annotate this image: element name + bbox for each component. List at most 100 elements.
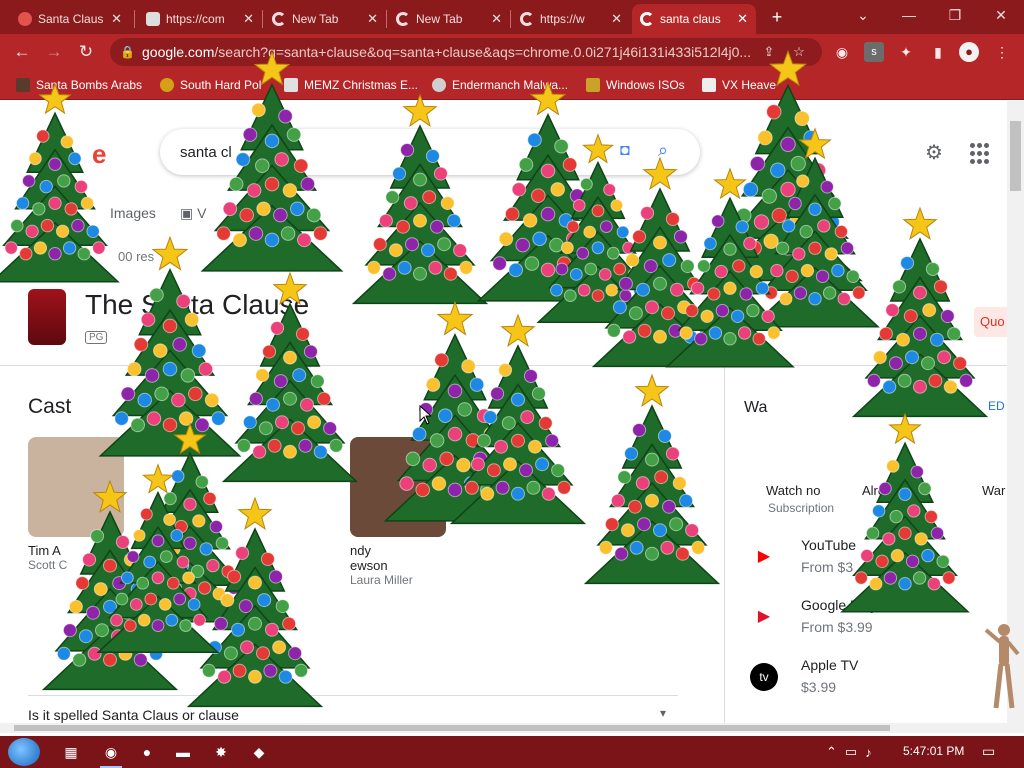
- task-view-icon[interactable]: ▦: [58, 740, 84, 764]
- share-icon[interactable]: ⇪: [760, 43, 778, 61]
- menu-kebab-icon[interactable]: ⋮: [992, 42, 1012, 62]
- apple-tv-icon: tv: [750, 663, 778, 691]
- quotes-chip[interactable]: Quo: [974, 307, 1007, 337]
- bookmark-item[interactable]: South Hard Pol: [160, 76, 261, 94]
- url-host: google.com: [142, 44, 215, 60]
- faq-question[interactable]: Is it spelled Santa Claus or clause: [28, 707, 239, 723]
- watch-heading: Wa: [744, 399, 768, 416]
- tab-separator: [510, 10, 511, 28]
- url-text[interactable]: google.com/search?q=santa+clause&oq=sant…: [142, 44, 762, 60]
- google-icon: [640, 12, 654, 26]
- provider-row[interactable]: ▶ Google Play Movies From $3.99: [750, 597, 990, 643]
- tab-1[interactable]: https://com ✕: [138, 4, 262, 34]
- bookmarks-bar: Santa Bombs Arabs South Hard Pol MEMZ Ch…: [0, 70, 1024, 100]
- tab-title: New Tab: [416, 12, 463, 26]
- chrome-icon[interactable]: ◉: [98, 740, 124, 768]
- google-results-page: e ◘ ⌕ ⚙ Images ▣ V 00 res The Santa Clau…: [0, 101, 1007, 723]
- bookmark-item[interactable]: Endermanch Malwa...: [432, 76, 568, 94]
- close-icon[interactable]: ✕: [243, 11, 254, 27]
- back-arrow-icon[interactable]: ←: [10, 40, 34, 64]
- cast-card[interactable]: Tim A Scott C: [28, 437, 124, 572]
- chevron-up-icon[interactable]: ⌃: [826, 744, 837, 760]
- notification-icon[interactable]: ▭: [982, 743, 1000, 761]
- network-icon[interactable]: ▭: [845, 744, 857, 760]
- bookmark-icon: [284, 78, 298, 92]
- maximize-button[interactable]: ❐: [932, 0, 978, 30]
- malware-icon[interactable]: ✸: [208, 740, 234, 764]
- app-icon[interactable]: ◆: [246, 740, 272, 764]
- google-play-icon: ▶: [757, 608, 771, 625]
- close-icon[interactable]: ✕: [491, 11, 502, 27]
- bookmark-label: VX Heave: [722, 78, 777, 92]
- bookmark-icon: [586, 78, 600, 92]
- google-logo[interactable]: e: [92, 139, 106, 170]
- start-button[interactable]: [8, 738, 40, 766]
- bookmark-star-icon[interactable]: ☆: [790, 43, 808, 61]
- volume-icon[interactable]: ♪: [865, 745, 872, 760]
- tab-2[interactable]: New Tab ✕: [264, 4, 386, 34]
- forward-arrow-icon[interactable]: →: [42, 40, 66, 64]
- address-bar[interactable]: 🔒 google.com/search?q=santa+clause&oq=sa…: [110, 38, 822, 66]
- side-panel-icon[interactable]: ▮: [928, 42, 948, 62]
- minimize-button[interactable]: —: [886, 0, 932, 30]
- close-icon[interactable]: ✕: [611, 11, 622, 27]
- reload-icon[interactable]: ↻: [74, 40, 98, 64]
- windows-taskbar: ▦ ◉ ● ▬ ✸ ◆ ⌃ ▭ ♪ 5:47:01 PM ▭: [0, 736, 1024, 768]
- scrollbar-thumb[interactable]: [1010, 121, 1021, 191]
- extension-s-icon[interactable]: s: [864, 42, 884, 62]
- tab-images[interactable]: Images: [110, 205, 156, 221]
- tab-active[interactable]: santa claus ✕: [632, 4, 756, 34]
- chevron-down-icon[interactable]: ▾: [660, 706, 666, 720]
- movie-poster[interactable]: [28, 289, 66, 345]
- watch-option[interactable]: Watch no: [766, 483, 820, 498]
- bookmark-label: MEMZ Christmas E...: [304, 78, 419, 92]
- puzzle-icon[interactable]: ✦: [896, 42, 916, 62]
- watch-option[interactable]: Alrea: [862, 483, 892, 498]
- firefox-icon[interactable]: ●: [134, 740, 160, 764]
- cast-card[interactable]: ndy ewson Laura Miller: [350, 437, 446, 587]
- result-stats: 00 res: [118, 249, 155, 264]
- tab-videos[interactable]: ▣ V: [180, 205, 206, 222]
- close-icon[interactable]: ✕: [737, 11, 748, 27]
- close-window-button[interactable]: ✕: [978, 0, 1024, 30]
- bookmark-item[interactable]: Windows ISOs: [586, 76, 685, 94]
- tab-3[interactable]: New Tab ✕: [388, 4, 510, 34]
- profile-avatar-icon[interactable]: ●: [959, 42, 979, 62]
- close-icon[interactable]: ✕: [111, 11, 122, 27]
- search-input[interactable]: [180, 141, 580, 163]
- bookmark-item[interactable]: VX Heave: [702, 76, 776, 94]
- provider-row[interactable]: tv Apple TV $3.99: [750, 657, 990, 703]
- camera-icon[interactable]: ◘: [620, 142, 642, 162]
- search-icon[interactable]: ⌕: [658, 140, 680, 162]
- tab-separator: [134, 10, 135, 28]
- watch-link[interactable]: ED: [988, 399, 1005, 413]
- provider-row[interactable]: ▶ YouTube From $3: [750, 537, 990, 583]
- cast-photo: [350, 437, 446, 537]
- dancing-figure-icon: [984, 624, 1020, 709]
- tab-4[interactable]: https://w ✕: [512, 4, 630, 34]
- horizontal-scrollbar[interactable]: [0, 723, 1007, 733]
- scrollbar-thumb[interactable]: [14, 725, 890, 731]
- extension-flag-icon[interactable]: ◉: [832, 42, 852, 62]
- clock[interactable]: 5:47:01 PM: [903, 744, 964, 758]
- tab-0[interactable]: Santa Claus ✕: [10, 4, 130, 34]
- tab-separator: [262, 10, 263, 28]
- watch-option[interactable]: War: [982, 483, 1005, 498]
- skull-icon: [146, 12, 160, 26]
- cast-role: Scott C: [28, 558, 68, 572]
- apps-grid-icon[interactable]: [970, 143, 992, 165]
- divider: [724, 365, 725, 723]
- tab-videos-label: V: [197, 205, 207, 221]
- close-icon[interactable]: ✕: [367, 11, 378, 27]
- cast-role: Laura Miller: [350, 573, 413, 587]
- bookmark-icon: [702, 78, 716, 92]
- file-explorer-icon[interactable]: ▬: [170, 740, 196, 764]
- provider-price: From $3: [801, 559, 854, 575]
- gear-icon[interactable]: ⚙: [922, 141, 946, 165]
- mouse-cursor-icon: [419, 405, 431, 425]
- bookmark-item[interactable]: Santa Bombs Arabs: [16, 76, 142, 94]
- search-box[interactable]: ◘ ⌕: [160, 129, 700, 175]
- new-tab-button[interactable]: +: [766, 6, 788, 28]
- tab-search-button[interactable]: ⌄: [840, 0, 886, 30]
- bookmark-item[interactable]: MEMZ Christmas E...: [284, 76, 418, 94]
